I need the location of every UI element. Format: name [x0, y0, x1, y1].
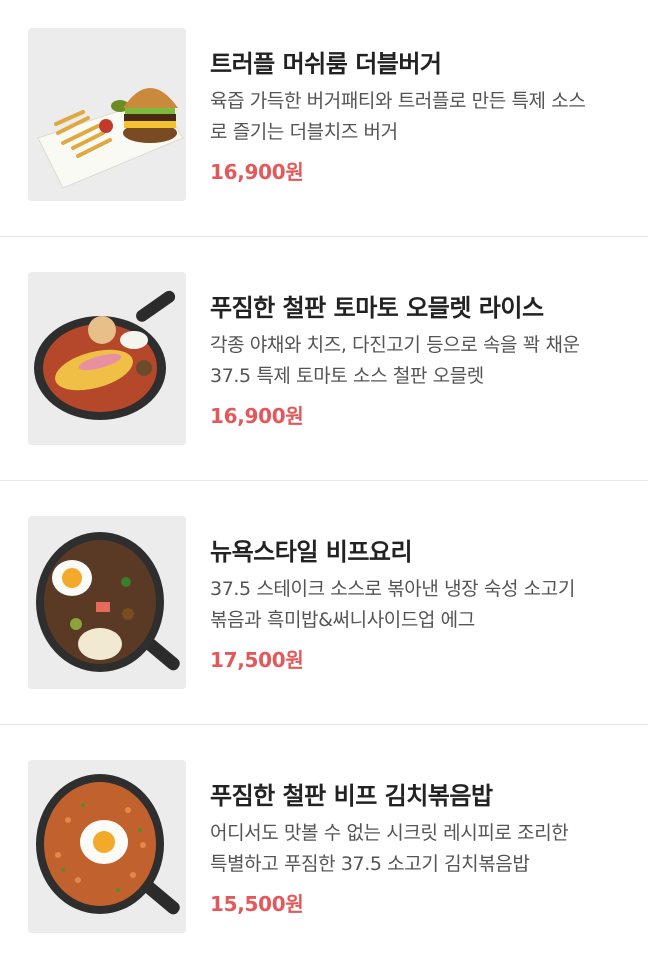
menu-description-line: 볶음과 흑미밥&써니사이드업 에그 [210, 609, 475, 631]
menu-description: 어디서도 맛볼 수 없는 시크릿 레시피로 조리한 특별하고 푸짐한 37.5 … [210, 818, 630, 880]
menu-description: 37.5 스테이크 소스로 볶아낸 냉장 숙성 소고기 볶음과 흑미밥&써니사이… [210, 574, 630, 636]
divider [0, 724, 648, 725]
menu-description-line: 37.5 특제 토마토 소스 철판 오믈렛 [210, 365, 484, 387]
menu-price: 17,500원 [210, 648, 304, 672]
menu-description: 육즙 가득한 버거패티와 트러플로 만든 특제 소스 로 즐기는 더블치즈 버거 [210, 86, 630, 148]
divider [0, 236, 648, 237]
divider [0, 480, 648, 481]
menu-description-line: 각종 야채와 치즈, 다진고기 등으로 속을 꽉 채운 [210, 334, 580, 356]
menu-price: 16,900원 [210, 160, 304, 184]
menu-description-line: 육즙 가득한 버거패티와 트러플로 만든 특제 소스 [210, 90, 586, 112]
menu-list: 트러플 머쉬룸 더블버거 육즙 가득한 버거패티와 트러플로 만든 특제 소스 … [0, 0, 648, 946]
menu-title: 푸짐한 철판 토마토 오믈렛 라이스 [210, 294, 544, 322]
menu-description-line: 로 즐기는 더블치즈 버거 [210, 121, 398, 143]
menu-title: 트러플 머쉬룸 더블버거 [210, 50, 442, 78]
menu-description-line: 37.5 스테이크 소스로 볶아낸 냉장 숙성 소고기 [210, 578, 575, 600]
omelet-skillet-icon [28, 272, 186, 445]
menu-item[interactable]: 트러플 머쉬룸 더블버거 육즙 가득한 버거패티와 트러플로 만든 특제 소스 … [0, 0, 648, 244]
menu-price: 15,500원 [210, 892, 304, 916]
beef-skillet-icon [28, 516, 186, 689]
burger-plate-icon [28, 28, 186, 201]
menu-description: 각종 야채와 치즈, 다진고기 등으로 속을 꽉 채운 37.5 특제 토마토 … [210, 330, 630, 392]
menu-description-line: 특별하고 푸짐한 37.5 소고기 김치볶음밥 [210, 853, 530, 875]
menu-item[interactable]: 푸짐한 철판 토마토 오믈렛 라이스 각종 야채와 치즈, 다진고기 등으로 속… [0, 244, 648, 488]
menu-price: 16,900원 [210, 404, 304, 428]
kimchi-fried-rice-skillet-icon [28, 760, 186, 933]
menu-item[interactable]: 푸짐한 철판 비프 김치볶음밥 어디서도 맛볼 수 없는 시크릿 레시피로 조리… [0, 732, 648, 976]
menu-item[interactable]: 뉴욕스타일 비프요리 37.5 스테이크 소스로 볶아낸 냉장 숙성 소고기 볶… [0, 488, 648, 732]
menu-title: 뉴욕스타일 비프요리 [210, 538, 413, 566]
menu-title: 푸짐한 철판 비프 김치볶음밥 [210, 782, 493, 810]
menu-description-line: 어디서도 맛볼 수 없는 시크릿 레시피로 조리한 [210, 822, 569, 844]
